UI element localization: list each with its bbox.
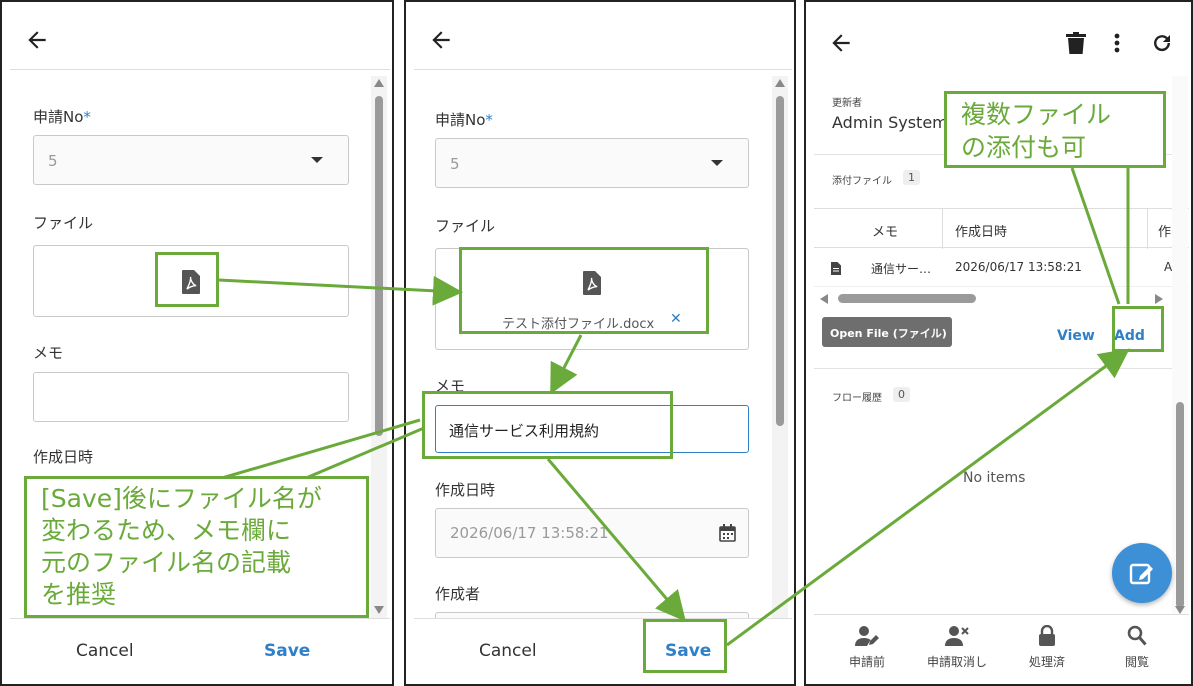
note-line: [Save]後にファイル名が xyxy=(41,484,322,513)
created-value: 2026/06/17 13:58:21 xyxy=(450,524,609,542)
attachments-table: メモ 作成日時 作 通信サー… 2026/06/17 13:58:21 A xyxy=(814,208,1189,308)
nav-before-apply[interactable]: 申請前 xyxy=(822,625,912,670)
row-created-cell: 2026/06/17 13:58:21 xyxy=(955,260,1082,274)
col-header-partial[interactable]: 作 xyxy=(1158,221,1171,240)
scroll-right-icon[interactable] xyxy=(1155,294,1163,304)
table-row[interactable]: 通信サー… 2026/06/17 13:58:21 A xyxy=(814,249,1189,287)
scroll-left-icon[interactable] xyxy=(820,294,828,304)
annotation-save-note: [Save]後にファイル名が 変わるため、メモ欄に 元のファイル名の記載 を推奨 xyxy=(24,476,369,618)
col-header-created[interactable]: 作成日時 xyxy=(955,221,1007,240)
nav-label: 申請前 xyxy=(848,655,885,669)
refresh-icon[interactable] xyxy=(1150,31,1174,55)
row-partial-cell: A xyxy=(1164,260,1173,274)
note-line: 元のファイル名の記載 xyxy=(41,548,292,577)
row-memo-cell: 通信サー… xyxy=(871,262,932,276)
nav-cancel-apply[interactable]: 申請取消し xyxy=(912,625,1002,670)
cancel-button[interactable]: Cancel xyxy=(76,641,134,661)
scroll-down-icon[interactable] xyxy=(374,606,384,614)
footer-actions: Cancel Save xyxy=(414,618,792,684)
nav-processed[interactable]: 処理済 xyxy=(1002,624,1092,670)
lock-icon xyxy=(1039,624,1055,646)
table-header: メモ 作成日時 作 xyxy=(814,208,1189,249)
col-header-memo[interactable]: メモ xyxy=(872,221,898,240)
edit-icon xyxy=(1129,563,1153,585)
footer-actions: Cancel Save xyxy=(10,618,390,684)
app-no-select[interactable]: 5 xyxy=(33,135,349,185)
flow-history-count-badge: 0 xyxy=(893,387,910,402)
updater-label: 更新者 xyxy=(832,98,862,109)
scrollbar[interactable] xyxy=(772,76,788,620)
scroll-up-icon[interactable] xyxy=(775,79,785,87)
open-file-tooltip: Open File (ファイル) xyxy=(822,317,952,347)
horizontal-scrollbar[interactable] xyxy=(818,291,1189,305)
memo-input[interactable] xyxy=(33,372,349,422)
created-datetime-field: 2026/06/17 13:58:21 xyxy=(435,508,749,558)
scroll-thumb[interactable] xyxy=(375,96,383,436)
save-button[interactable]: Save xyxy=(264,641,310,661)
created-label: 作成日時 xyxy=(435,481,496,499)
note-line: 変わるため、メモ欄に xyxy=(41,516,292,545)
tooltip-text: Open File (ファイル) xyxy=(830,327,947,340)
creator-label: 作成者 xyxy=(435,585,481,603)
bottom-navigation: 申請前 申請取消し 処理済 閲覧 xyxy=(814,614,1189,684)
nav-label: 申請取消し xyxy=(926,655,987,669)
scrollbar[interactable] xyxy=(371,76,387,620)
edit-fab[interactable] xyxy=(1112,543,1172,603)
view-button[interactable]: View xyxy=(1057,328,1095,344)
no-items-text: No items xyxy=(963,470,1026,486)
highlight-pdf-icon xyxy=(155,252,219,307)
app-bar xyxy=(10,10,390,70)
back-arrow-icon[interactable] xyxy=(24,27,50,53)
user-edit-icon xyxy=(855,626,879,646)
app-no-label: 申請No* xyxy=(33,108,91,126)
file-label: ファイル xyxy=(33,214,94,232)
chevron-down-icon xyxy=(711,160,723,166)
flow-history-label: フロー履歴 xyxy=(832,393,882,404)
trash-icon[interactable] xyxy=(1066,32,1086,54)
nav-label: 処理済 xyxy=(1028,655,1065,669)
attachments-label: 添付ファイル xyxy=(832,176,892,187)
user-remove-icon xyxy=(945,626,969,646)
note-line: 複数ファイル xyxy=(961,100,1112,129)
panel-form-after-upload: 申請No* 5 ファイル テスト添付ファイル.docx ✕ メモ 通信サービス利… xyxy=(404,0,796,686)
note-line: を推奨 xyxy=(41,580,117,609)
highlight-save-button xyxy=(643,619,727,673)
app-no-value: 5 xyxy=(48,152,58,170)
back-arrow-icon[interactable] xyxy=(428,27,454,53)
scroll-thumb[interactable] xyxy=(1176,402,1184,608)
file-label: ファイル xyxy=(435,217,496,235)
memo-label: メモ xyxy=(33,344,64,362)
nav-label: 閲覧 xyxy=(1124,655,1149,669)
highlight-attached-file xyxy=(459,247,709,334)
updater-value: Admin System xyxy=(832,113,948,132)
note-line: の添付も可 xyxy=(961,133,1087,162)
divider xyxy=(814,368,1173,369)
highlight-memo-input xyxy=(422,391,673,459)
document-icon[interactable] xyxy=(831,262,841,275)
nav-browse[interactable]: 閲覧 xyxy=(1092,625,1182,670)
calendar-icon[interactable] xyxy=(719,524,736,542)
created-label: 作成日時 xyxy=(33,448,94,466)
app-bar xyxy=(414,10,792,70)
scroll-thumb[interactable] xyxy=(776,96,784,426)
highlight-add-button xyxy=(1112,306,1164,352)
back-arrow-icon[interactable] xyxy=(828,30,854,56)
attachments-count-badge: 1 xyxy=(903,170,920,185)
scrollbar[interactable] xyxy=(1172,76,1188,620)
app-no-select[interactable]: 5 xyxy=(435,138,749,188)
scroll-up-icon[interactable] xyxy=(374,79,384,87)
scroll-down-icon[interactable] xyxy=(1175,606,1185,614)
search-icon xyxy=(1127,625,1147,646)
more-vertical-icon[interactable] xyxy=(1114,33,1120,53)
cancel-button[interactable]: Cancel xyxy=(479,641,537,661)
app-bar xyxy=(814,10,1189,74)
app-no-label: 申請No* xyxy=(435,111,493,129)
horizontal-scroll-thumb[interactable] xyxy=(838,294,976,303)
app-no-value: 5 xyxy=(450,155,460,173)
chevron-down-icon xyxy=(311,157,323,163)
annotation-multi-file-note: 複数ファイル の添付も可 xyxy=(944,91,1166,168)
